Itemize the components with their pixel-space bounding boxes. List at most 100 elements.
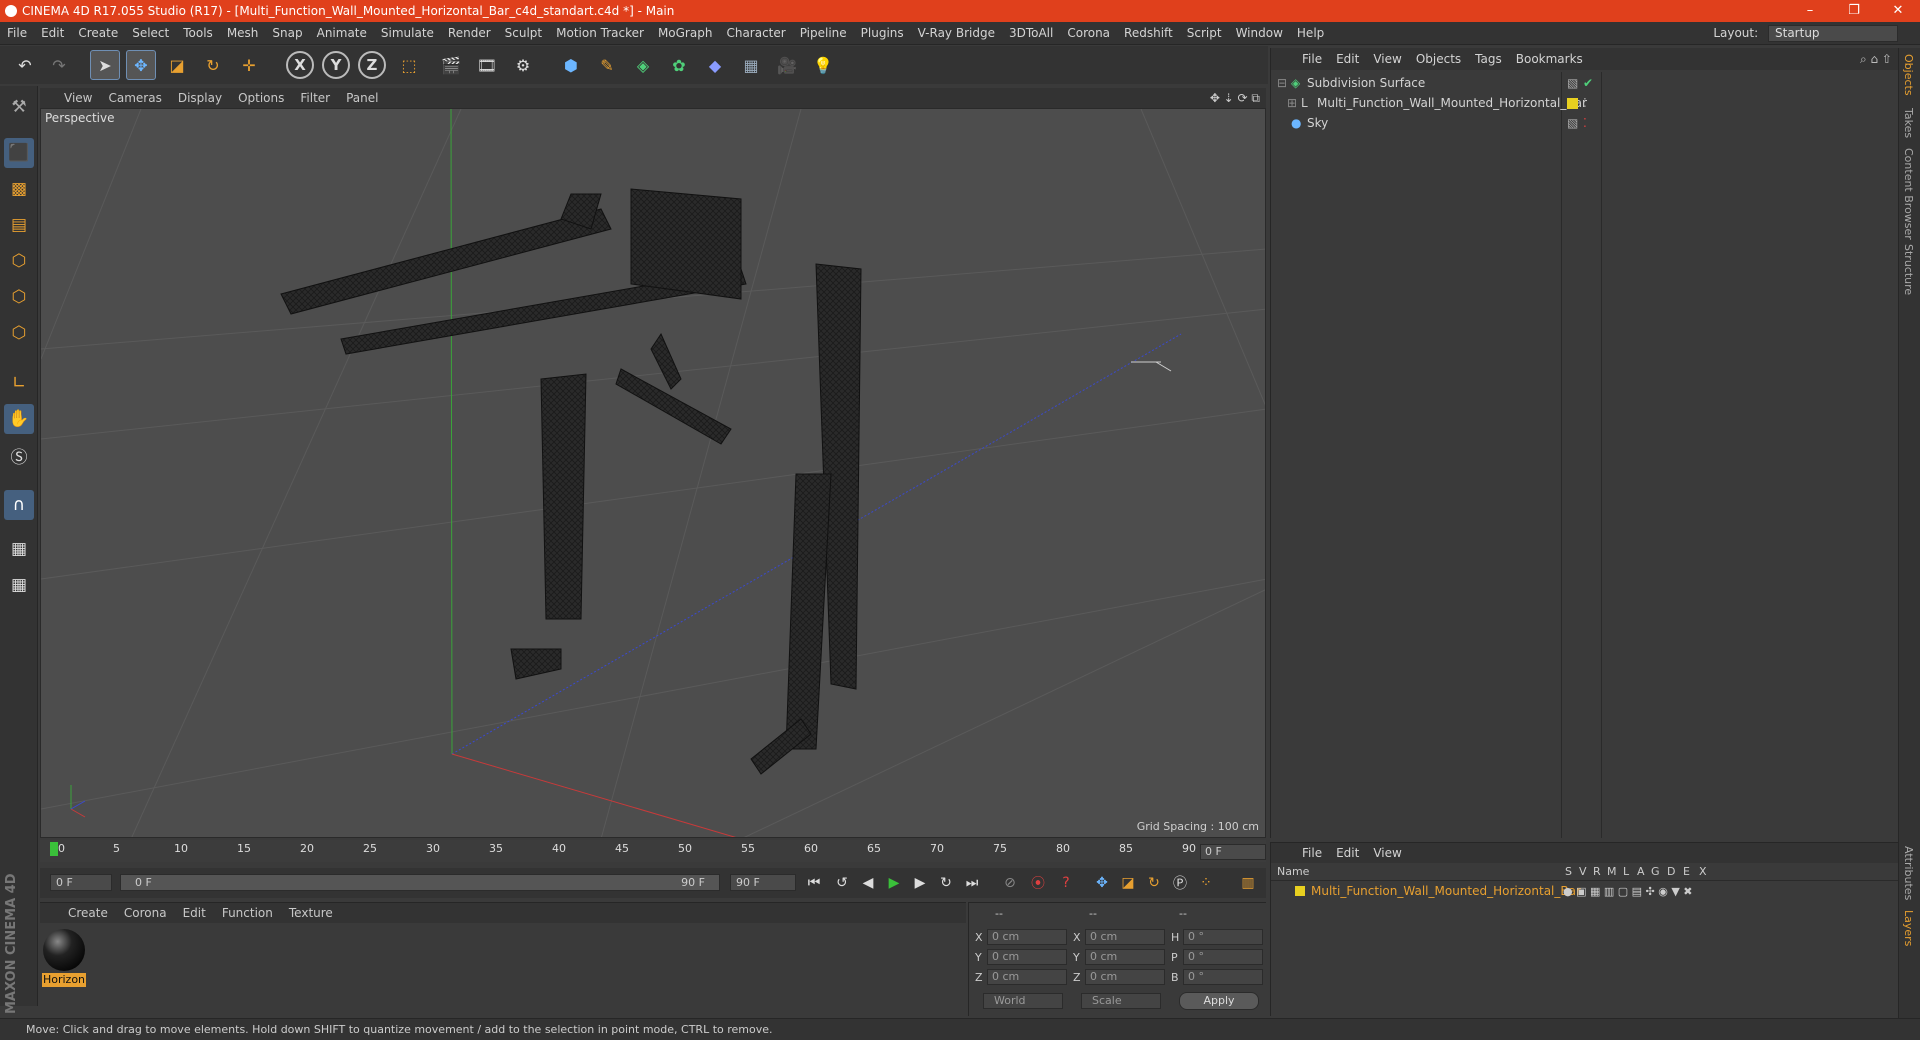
menu-3dtoall[interactable]: 3DToAll (1002, 22, 1060, 45)
start-frame-field[interactable]: 0 F (50, 874, 112, 891)
workplane-mode-icon[interactable]: ▤ (4, 210, 34, 240)
current-frame-field[interactable]: 0 F (1200, 844, 1266, 860)
render-settings-icon[interactable]: ⚙ (508, 50, 538, 80)
viewport-nav-icons[interactable]: ✥ ⇣ ⟳ ⧉ (1210, 88, 1260, 108)
deformer-icon[interactable]: ◆ (700, 50, 730, 80)
menu-tools[interactable]: Tools (176, 22, 220, 45)
apply-button[interactable]: Apply (1179, 992, 1259, 1010)
tab-structure[interactable]: Structure (1902, 244, 1915, 295)
tab-takes[interactable]: Takes (1902, 108, 1915, 138)
end-frame-field[interactable]: 90 F (730, 874, 796, 891)
previous-frame-icon[interactable]: ◀ (856, 871, 880, 895)
menu-simulate[interactable]: Simulate (374, 22, 441, 45)
y-axis-lock[interactable]: Y (322, 51, 350, 79)
live-select-icon[interactable]: ✛ (234, 50, 264, 80)
polygons-mode-icon[interactable]: ⬡ (4, 318, 34, 348)
om-menu-tags[interactable]: Tags (1468, 48, 1509, 70)
viewport-menu-panel[interactable]: Panel (338, 88, 386, 108)
tab-layers[interactable]: Layers (1902, 910, 1915, 946)
layer-row[interactable]: Multi_Function_Wall_Mounted_Horizontal_B… (1271, 883, 1899, 900)
layer-color-icon[interactable] (1295, 886, 1305, 896)
viewport-menu-view[interactable]: View (56, 88, 100, 108)
cube-icon[interactable]: ⬢ (556, 50, 586, 80)
om-menu-objects[interactable]: Objects (1409, 48, 1468, 70)
subdivision-icon[interactable]: ◈ (628, 50, 658, 80)
edges-mode-icon[interactable]: ⬡ (4, 282, 34, 312)
menu-plugins[interactable]: Plugins (854, 22, 911, 45)
position-y-field[interactable]: 0 cm (987, 949, 1067, 965)
visibility-dots-icon[interactable]: ⁚ (1583, 114, 1587, 133)
menu-redshift[interactable]: Redshift (1117, 22, 1180, 45)
visibility-icon[interactable]: ▧ (1567, 114, 1578, 133)
menu-sculpt[interactable]: Sculpt (498, 22, 549, 45)
solo-icon[interactable]: Ⓢ (4, 440, 34, 470)
menu-character[interactable]: Character (719, 22, 792, 45)
tweak-mode-icon[interactable]: ✋ (4, 404, 34, 434)
timeline-ruler[interactable]: 0 5 10 15 20 25 30 35 40 45 50 55 60 65 … (40, 840, 1266, 862)
menu-create[interactable]: Create (71, 22, 125, 45)
menu-mesh[interactable]: Mesh (220, 22, 266, 45)
viewport-menu-display[interactable]: Display (170, 88, 230, 108)
layout-dropdown[interactable]: Startup (1768, 25, 1898, 42)
maximize-button[interactable]: ❐ (1832, 0, 1876, 22)
minimize-button[interactable]: – (1788, 0, 1832, 22)
workplane-lock-icon[interactable]: ▦ (4, 534, 34, 564)
object-row[interactable]: ⊟ ◈ Subdivision Surface ▧ ✔ (1271, 74, 1899, 93)
redo-icon[interactable]: ↷ (44, 50, 74, 80)
size-x-field[interactable]: 0 cm (1085, 929, 1165, 945)
play-icon[interactable]: ▶ (882, 871, 906, 895)
tab-objects[interactable]: Objects (1902, 54, 1915, 96)
material-menu-create[interactable]: Create (60, 903, 116, 923)
menu-render[interactable]: Render (441, 22, 498, 45)
om-menu-edit[interactable]: Edit (1329, 48, 1366, 70)
menu-corona[interactable]: Corona (1060, 22, 1117, 45)
rotation-h-field[interactable]: 0 ° (1183, 929, 1263, 945)
viewport-menu-options[interactable]: Options (230, 88, 292, 108)
array-icon[interactable]: ✿ (664, 50, 694, 80)
move-tool-icon[interactable]: ✥ (126, 50, 156, 80)
layer-toggle-icons[interactable]: ● ▣ ▦ ▥ ▢ ▤ ✣ ◉ ▼ ✖ (1563, 883, 1693, 900)
viewport-menu-cameras[interactable]: Cameras (100, 88, 169, 108)
autokey-icon[interactable]: ? (1054, 871, 1078, 895)
size-y-field[interactable]: 0 cm (1085, 949, 1165, 965)
range-slider[interactable]: 0 F 90 F (120, 874, 720, 891)
menu-pipeline[interactable]: Pipeline (793, 22, 854, 45)
layer-color-icon[interactable] (1567, 98, 1578, 109)
size-mode-dropdown[interactable]: Scale (1081, 993, 1161, 1009)
position-z-field[interactable]: 0 cm (987, 969, 1067, 985)
visibility-dots-icon[interactable]: ⁚ (1583, 94, 1587, 113)
camera-icon[interactable]: 🎥 (772, 50, 802, 80)
expand-icon[interactable]: ⊟ (1277, 74, 1287, 93)
tab-content-browser[interactable]: Content Browser (1902, 148, 1915, 240)
material-swatch[interactable]: Horizon (42, 929, 86, 987)
visibility-icon[interactable]: ▧ (1567, 74, 1578, 93)
go-to-end-icon[interactable]: ⏭ (960, 871, 984, 895)
render-view-icon[interactable]: 🎬 (436, 50, 466, 80)
material-menu-edit[interactable]: Edit (175, 903, 214, 923)
om-menu-bookmarks[interactable]: Bookmarks (1509, 48, 1590, 70)
x-axis-lock[interactable]: X (286, 51, 314, 79)
playhead[interactable] (50, 842, 58, 856)
size-z-field[interactable]: 0 cm (1085, 969, 1165, 985)
om-menu-file[interactable]: File (1295, 48, 1329, 70)
material-menu-corona[interactable]: Corona (116, 903, 175, 923)
model-mode-icon[interactable]: ⬛ (4, 138, 34, 168)
points-mode-icon[interactable]: ⬡ (4, 246, 34, 276)
snap-icon[interactable]: ∩ (4, 490, 34, 520)
light-icon[interactable]: 💡 (808, 50, 838, 80)
lm-menu-file[interactable]: File (1295, 843, 1329, 863)
next-frame-icon[interactable]: ▶ (908, 871, 932, 895)
material-menu-function[interactable]: Function (214, 903, 281, 923)
menu-motion-tracker[interactable]: Motion Tracker (549, 22, 651, 45)
timeline-window-icon[interactable]: ▥ (1236, 871, 1260, 895)
spline-pen-icon[interactable]: ✎ (592, 50, 622, 80)
key-rotation-icon[interactable]: ↻ (1142, 871, 1166, 895)
position-x-field[interactable]: 0 cm (987, 929, 1067, 945)
close-button[interactable]: ✕ (1876, 0, 1920, 22)
select-tool-icon[interactable]: ➤ (90, 50, 120, 80)
rotation-b-field[interactable]: 0 ° (1183, 969, 1263, 985)
workplane-snap-icon[interactable]: ▦ (4, 570, 34, 600)
enabled-check-icon[interactable]: ✔ (1583, 74, 1593, 93)
material-menu-texture[interactable]: Texture (281, 903, 341, 923)
lm-menu-view[interactable]: View (1366, 843, 1408, 863)
